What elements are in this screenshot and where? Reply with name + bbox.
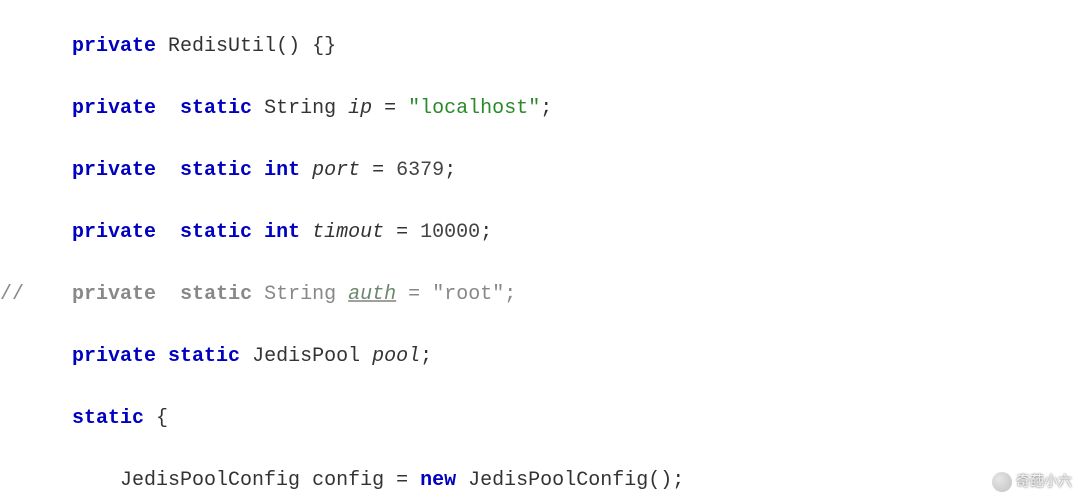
code-line: private static String ip = "localhost"; xyxy=(0,93,1080,124)
type-jedispool: JedisPool xyxy=(252,345,360,368)
keyword-private: private xyxy=(72,221,156,244)
open-brace: { xyxy=(156,407,168,430)
field-pool: pool xyxy=(372,345,420,368)
watermark-text: 奇葩小六 xyxy=(1016,466,1072,497)
class-name: RedisUtil xyxy=(168,35,276,58)
type-jedispoolconfig: JedisPoolConfig xyxy=(120,469,300,492)
keyword-private: private xyxy=(72,35,156,58)
type-int: int xyxy=(264,221,300,244)
code-line: private static int port = 6379; xyxy=(0,155,1080,186)
ctor-call: JedisPoolConfig() xyxy=(468,469,672,492)
field-auth: auth xyxy=(348,283,396,306)
keyword-private: private xyxy=(72,345,156,368)
keyword-new: new xyxy=(420,469,456,492)
number-literal: 6379 xyxy=(396,159,444,182)
type-int: int xyxy=(264,159,300,182)
ctor-parens: () {} xyxy=(276,35,336,58)
keyword-static: static xyxy=(168,345,240,368)
var-config: config xyxy=(312,469,384,492)
keyword-private: private xyxy=(72,159,156,182)
code-line: private static int timout = 10000; xyxy=(0,217,1080,248)
keyword-static: static xyxy=(180,159,252,182)
keyword-static: static xyxy=(72,407,144,430)
code-line: static { xyxy=(0,403,1080,434)
field-port: port xyxy=(312,159,360,182)
code-line-commented: // private static String auth = "root"; xyxy=(0,279,1080,310)
number-literal: 10000 xyxy=(420,221,480,244)
code-editor: private RedisUtil() {} private static St… xyxy=(0,0,1080,503)
code-line: private static JedisPool pool; xyxy=(0,341,1080,372)
type-string: String xyxy=(264,97,336,120)
field-ip: ip xyxy=(348,97,372,120)
code-line: private RedisUtil() {} xyxy=(0,31,1080,62)
code-line: JedisPoolConfig config = new JedisPoolCo… xyxy=(0,465,1080,496)
keyword-private: private xyxy=(72,97,156,120)
comment-slashes: // xyxy=(0,283,24,306)
watermark-icon xyxy=(992,472,1012,492)
string-literal: "localhost" xyxy=(408,97,540,120)
keyword-static: static xyxy=(180,221,252,244)
keyword-static: static xyxy=(180,97,252,120)
watermark: 奇葩小六 xyxy=(992,466,1072,497)
field-timout: timout xyxy=(312,221,384,244)
